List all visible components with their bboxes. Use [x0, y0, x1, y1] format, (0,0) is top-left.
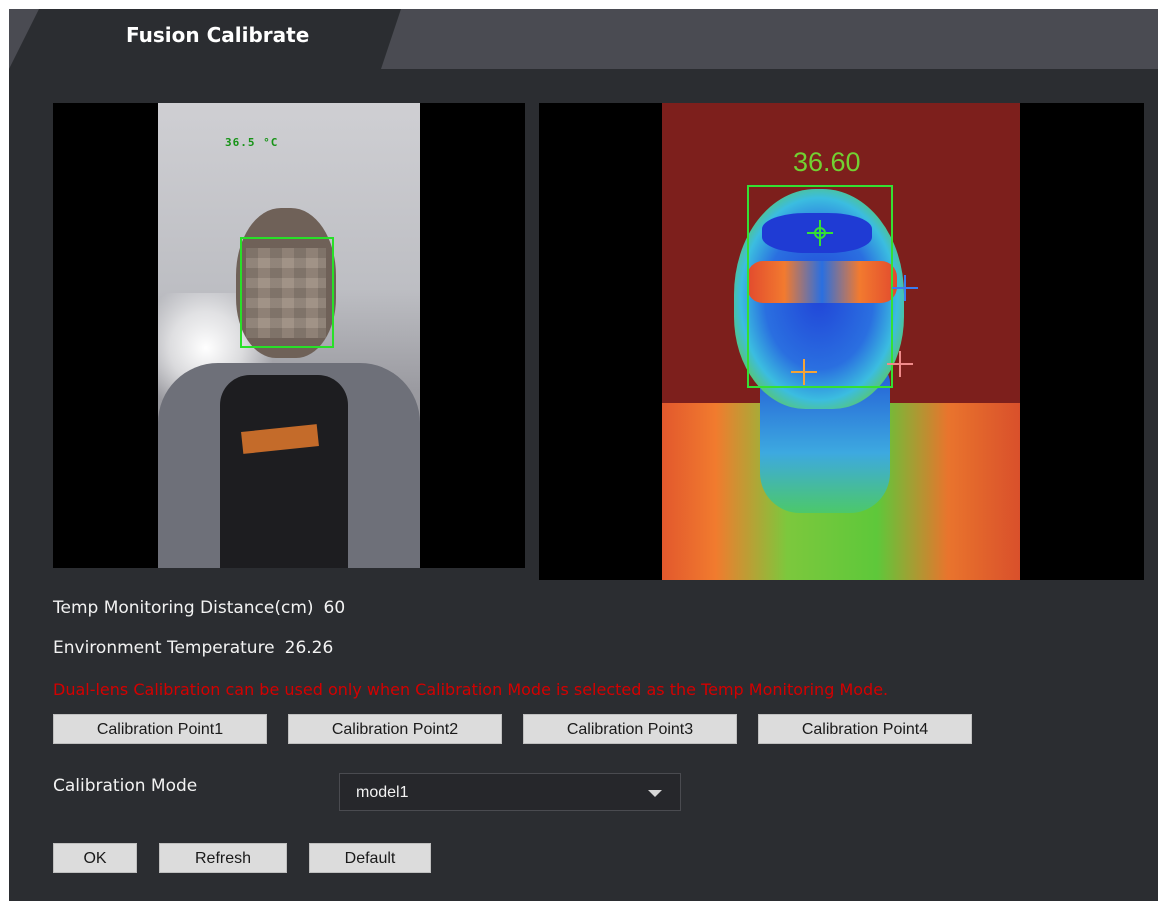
tab-fusion-calibrate[interactable]: Fusion Calibrate: [9, 9, 401, 69]
face-detection-box: [240, 237, 334, 348]
default-button[interactable]: Default: [309, 843, 431, 873]
distance-value: 60: [323, 598, 346, 618]
visible-temp-overlay: 36.5 °C: [225, 136, 279, 149]
crosshair-icon[interactable]: [807, 220, 833, 246]
calibration-mode-value: model1: [356, 784, 409, 801]
distance-row: Temp Monitoring Distance(cm) 60: [53, 598, 345, 618]
distance-label: Temp Monitoring Distance(cm): [53, 598, 314, 618]
environment-row: Environment Temperature 26.26: [53, 638, 333, 658]
fusion-calibrate-panel: Fusion Calibrate 36.5 °C 36.60 Temp Moni…: [9, 9, 1158, 901]
calibration-point4-button[interactable]: Calibration Point4: [758, 714, 972, 744]
calibration-point1-button[interactable]: Calibration Point1: [53, 714, 267, 744]
person-shirt: [220, 375, 348, 568]
refresh-button[interactable]: Refresh: [159, 843, 287, 873]
environment-label: Environment Temperature: [53, 638, 275, 658]
crosshair-icon[interactable]: [887, 351, 913, 377]
thermal-temp-overlay: 36.60: [793, 147, 861, 177]
crosshair-icon[interactable]: [791, 359, 817, 385]
tab-bar: Fusion Calibrate: [9, 9, 1158, 69]
tab-label: Fusion Calibrate: [126, 23, 310, 47]
calibration-warning: Dual-lens Calibration can be used only w…: [53, 680, 889, 699]
calibration-point3-button[interactable]: Calibration Point3: [523, 714, 737, 744]
calibration-mode-select[interactable]: model1: [339, 773, 681, 811]
dropdown-arrow-icon[interactable]: [648, 790, 662, 797]
thermal-face-detection-box: [747, 185, 893, 388]
visible-camera-view: 36.5 °C: [53, 103, 525, 568]
calibration-point2-button[interactable]: Calibration Point2: [288, 714, 502, 744]
crosshair-icon[interactable]: [892, 275, 918, 301]
thermal-camera-view: 36.60: [539, 103, 1144, 580]
crosshair-ring-icon: [814, 227, 826, 239]
environment-value: 26.26: [284, 638, 334, 658]
ok-button[interactable]: OK: [53, 843, 137, 873]
calibration-mode-label: Calibration Mode: [53, 776, 198, 796]
